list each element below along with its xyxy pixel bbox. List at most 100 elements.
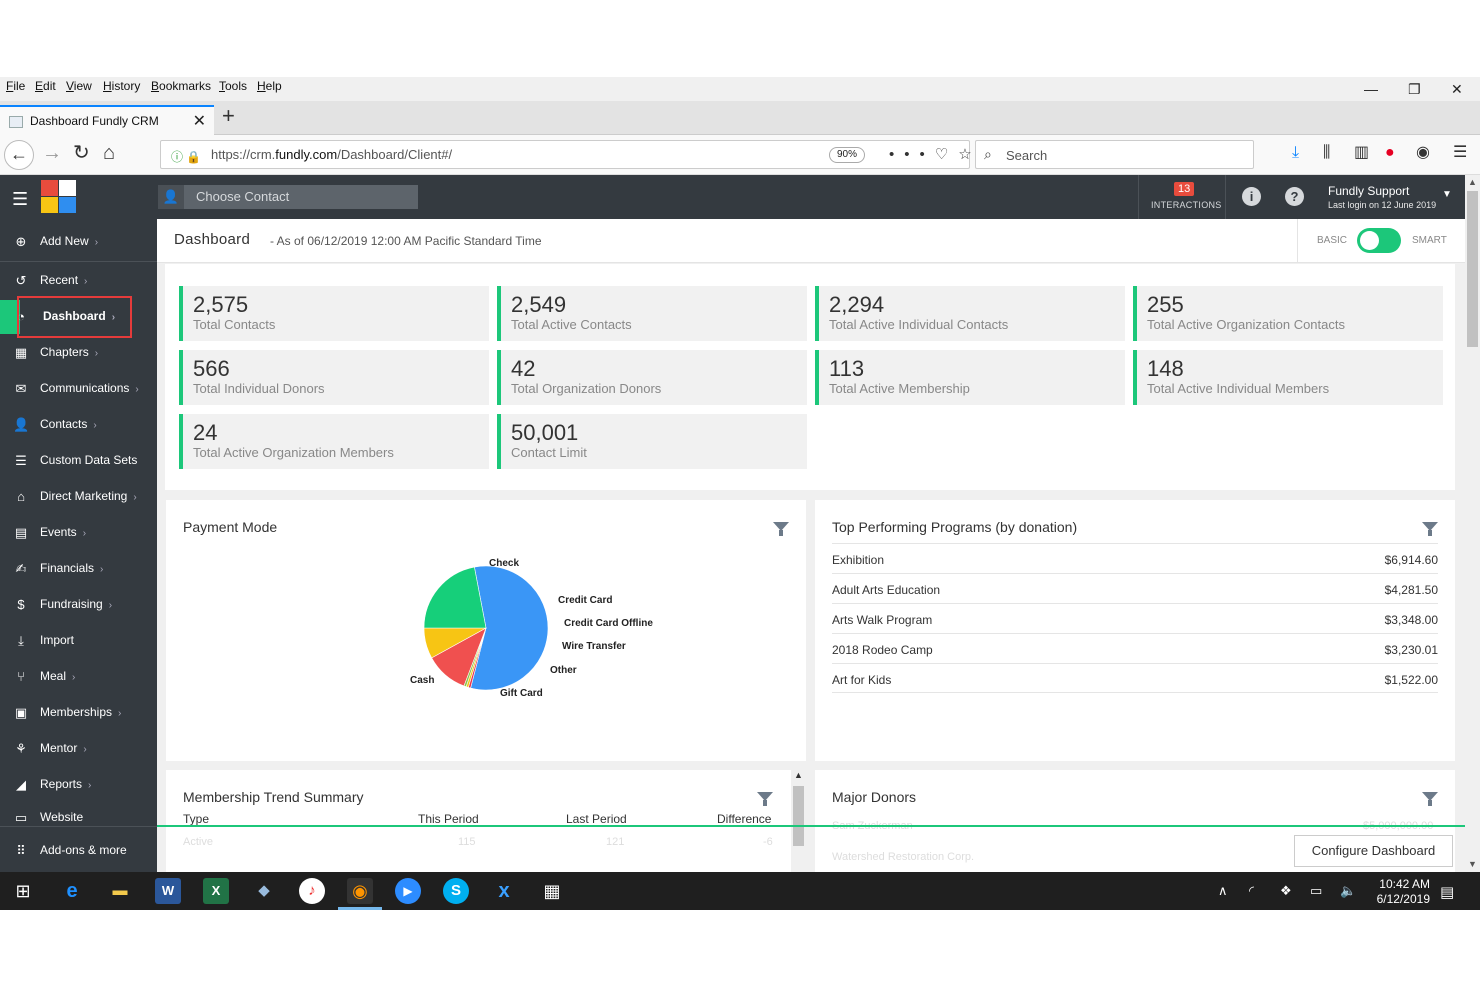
table-row[interactable]: Adult Arts Education $4,281.50 (832, 573, 1438, 603)
close-window-icon[interactable]: ✕ (1451, 81, 1463, 98)
stat-card[interactable]: 255 Total Active Organization Contacts (1133, 286, 1443, 341)
download-icon[interactable]: ⤓ (1292, 144, 1299, 162)
zoom-icon[interactable]: ▶ (395, 878, 421, 904)
stat-value: 2,294 (829, 292, 885, 317)
sidebar-item-fundraising[interactable]: $ Fundraising › (0, 588, 157, 622)
search-box[interactable]: ⌕ Search (975, 140, 1254, 169)
library-icon[interactable]: ⫼ (1323, 144, 1330, 162)
notification-icon[interactable]: ▤ (1440, 883, 1454, 901)
new-tab-icon[interactable]: + (222, 103, 235, 129)
calculator-icon[interactable]: ▦ (539, 878, 565, 904)
filter-icon[interactable] (1422, 792, 1438, 806)
app-icon[interactable]: ◆ (251, 878, 277, 904)
forward-icon[interactable]: → (42, 143, 62, 163)
word-icon[interactable]: W (155, 878, 181, 904)
firefox-icon[interactable]: ◉ (347, 878, 373, 904)
table-row[interactable]: Art for Kids $1,522.00 (832, 663, 1438, 693)
back-icon[interactable]: ← (4, 140, 34, 170)
menu-tools[interactable]: Tools (219, 79, 247, 93)
windows-start-icon[interactable]: ⊞ (10, 878, 36, 904)
stat-card[interactable]: 2,549 Total Active Contacts (497, 286, 807, 341)
sidebar-item-chapters[interactable]: ▦ Chapters › (0, 336, 157, 370)
membership-trend-title: Membership Trend Summary (183, 789, 364, 805)
stat-card[interactable]: 113 Total Active Membership (815, 350, 1125, 405)
menu-edit[interactable]: Edit (35, 79, 56, 93)
minimize-icon[interactable]: — (1364, 81, 1378, 97)
sidebar-item-dashboard[interactable]: ◔ Dashboard › (0, 296, 157, 338)
menu-bookmarks[interactable]: Bookmarks (151, 79, 211, 93)
sidebar-item-meal[interactable]: ⑂ Meal › (0, 660, 157, 694)
scroll-down-icon[interactable]: ▼ (1468, 859, 1477, 869)
table-row[interactable]: 2018 Rodeo Camp $3,230.01 (832, 633, 1438, 663)
pinterest-icon[interactable]: ● (1385, 144, 1395, 162)
sidebar-item-events[interactable]: ▤ Events › (0, 516, 157, 550)
page-actions-icon[interactable]: •••♡☆ (889, 145, 982, 163)
wifi-icon[interactable]: ◜ (1249, 883, 1254, 899)
table-row[interactable]: Arts Walk Program $3,348.00 (832, 603, 1438, 633)
sidebar-toggle-icon[interactable]: ▥ (1354, 144, 1369, 162)
menu-file[interactable]: File (6, 79, 25, 93)
restore-icon[interactable]: ❐ (1408, 81, 1421, 98)
hamburger-icon[interactable]: ☰ (12, 189, 28, 210)
tray-chevron-icon[interactable]: ∧ (1218, 883, 1228, 899)
sidebar-item-import[interactable]: ⤓ Import (0, 624, 157, 658)
close-tab-icon[interactable]: ✕ (193, 111, 206, 131)
account-icon[interactable]: ◉ (1416, 144, 1430, 162)
stat-card[interactable]: 2,294 Total Active Individual Contacts (815, 286, 1125, 341)
filter-icon[interactable] (757, 792, 773, 806)
browser-menu-icon[interactable]: ☰ (1453, 144, 1467, 162)
sidebar-item-contacts[interactable]: 👤 Contacts › (0, 408, 157, 442)
edge-icon[interactable]: e (59, 878, 85, 904)
app-x-icon[interactable]: x (491, 878, 517, 904)
volume-icon[interactable]: 🔈 (1340, 883, 1356, 899)
home-icon[interactable]: ⌂ (103, 143, 115, 163)
scrollbar-thumb[interactable] (1467, 191, 1478, 347)
page-scrollbar[interactable]: ▲ ▼ (1465, 175, 1480, 872)
reload-icon[interactable]: ↻ (73, 143, 90, 163)
panel-scrollbar[interactable]: ▲ (791, 770, 806, 872)
dropbox-icon[interactable]: ❖ (1280, 883, 1292, 899)
program-amount: $3,348.00 (1384, 613, 1438, 627)
sidebar-item-mentor[interactable]: ⚘ Mentor › (0, 732, 157, 766)
stat-card[interactable]: 148 Total Active Individual Members (1133, 350, 1443, 405)
itunes-icon[interactable]: ♪ (299, 878, 325, 904)
battery-icon[interactable]: ▭ (1310, 883, 1322, 899)
sidebar-item-communications[interactable]: ✉ Communications › (0, 372, 157, 406)
scroll-up-icon[interactable]: ▲ (1468, 177, 1477, 187)
url-bar[interactable]: ⓘ 🔒 https://crm.fundly.com/Dashboard/Cli… (160, 140, 972, 169)
sidebar-item-memberships[interactable]: ▣ Memberships › (0, 696, 157, 730)
taskbar-clock[interactable]: 10:42 AM 6/12/2019 (1360, 877, 1430, 907)
choose-contact-input[interactable]: 👤 Choose Contact (158, 185, 418, 209)
sidebar-item-website[interactable]: ▭ Website (0, 801, 157, 835)
sidebar-item-add-new[interactable]: ⊕ Add New › (0, 225, 157, 259)
skype-icon[interactable]: S (443, 878, 469, 904)
file-explorer-icon[interactable]: ▬ (107, 878, 133, 904)
basic-smart-toggle[interactable] (1357, 228, 1401, 253)
user-menu[interactable]: Fundly Support Last login on 12 June 201… (1328, 184, 1452, 210)
sidebar-item-financials[interactable]: ✍ Financials › (0, 552, 157, 586)
info-icon[interactable]: i (1242, 187, 1261, 206)
sidebar-item-custom-data-sets[interactable]: ☰ Custom Data Sets (0, 444, 157, 478)
filter-icon[interactable] (1422, 522, 1438, 536)
menu-help[interactable]: Help (257, 79, 282, 93)
url-text[interactable]: https://crm.fundly.com/Dashboard/Client#… (211, 147, 452, 162)
sidebar-item-add-ons[interactable]: ⠿ Add-ons & more (0, 834, 157, 868)
sidebar-item-recent[interactable]: ↺ Recent › (0, 264, 157, 298)
stat-card[interactable]: 50,001 Contact Limit (497, 414, 807, 469)
interactions-button[interactable]: 13 INTERACTIONS (1138, 175, 1226, 219)
excel-icon[interactable]: X (203, 878, 229, 904)
stat-card[interactable]: 2,575 Total Contacts (179, 286, 489, 341)
zoom-level[interactable]: 90% (829, 147, 865, 163)
configure-dashboard-button[interactable]: Configure Dashboard (1294, 835, 1453, 867)
menu-view[interactable]: View (66, 79, 92, 93)
menu-history[interactable]: History (103, 79, 140, 93)
stat-card[interactable]: 24 Total Active Organization Members (179, 414, 489, 469)
help-icon[interactable]: ? (1285, 187, 1304, 206)
sidebar-item-direct-marketing[interactable]: ⌂ Direct Marketing › (0, 480, 157, 514)
lock-icon[interactable]: ⓘ 🔒 (171, 148, 201, 165)
stat-card[interactable]: 42 Total Organization Donors (497, 350, 807, 405)
table-row[interactable]: Exhibition $6,914.60 (832, 543, 1438, 573)
sidebar-item-reports[interactable]: ◢ Reports › (0, 768, 157, 802)
browser-tab[interactable]: Dashboard Fundly CRM ✕ (0, 105, 214, 135)
stat-card[interactable]: 566 Total Individual Donors (179, 350, 489, 405)
